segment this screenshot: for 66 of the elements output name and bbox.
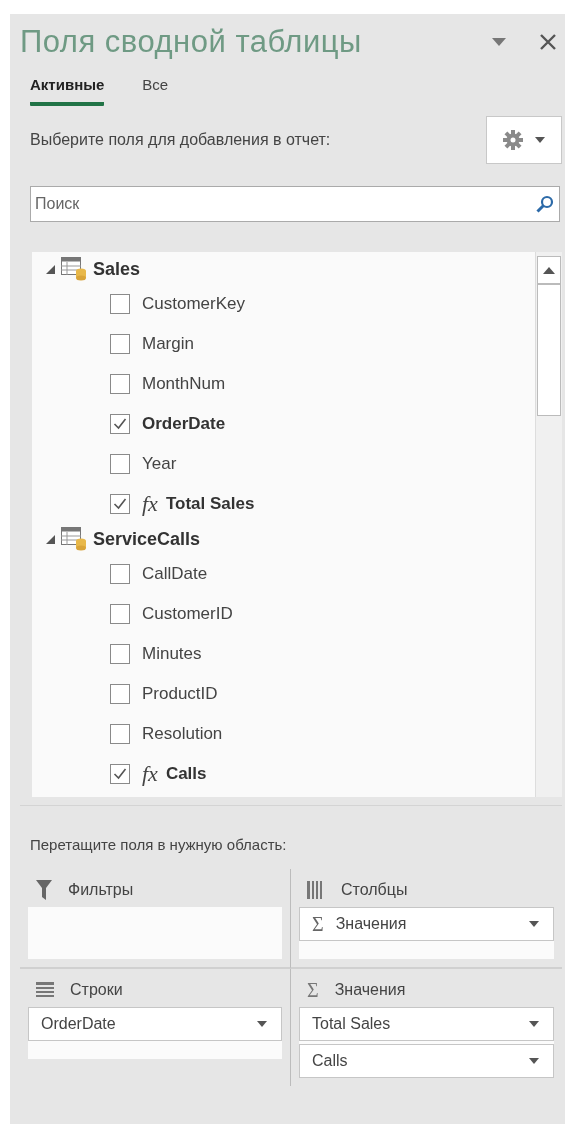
checkbox[interactable] — [110, 564, 130, 584]
dropdown-caret-icon — [529, 921, 539, 927]
sigma-symbol: Σ — [307, 978, 319, 1002]
checkbox[interactable] — [110, 294, 130, 314]
checkbox[interactable] — [110, 724, 130, 744]
scroll-up-icon[interactable] — [543, 266, 555, 274]
dropdown-caret-icon — [257, 1021, 267, 1027]
drag-instruction: Перетащите поля в нужную область: — [20, 805, 562, 853]
field-name[interactable]: Minutes — [142, 644, 202, 664]
drop-area[interactable]: OrderDate — [28, 1007, 282, 1059]
formula-mark: fx — [142, 761, 158, 787]
rows-icon — [36, 982, 54, 998]
area-title: Значения — [334, 981, 406, 999]
instruction-text: Выберите поля для добавления в отчет: — [29, 131, 331, 149]
tab[interactable]: Все — [142, 70, 169, 106]
filter-icon — [36, 880, 52, 900]
checkbox[interactable] — [110, 374, 130, 394]
field-name[interactable]: Calls — [165, 764, 207, 784]
panel-title: Поля сводной таблицы — [20, 24, 363, 60]
checkbox[interactable] — [110, 644, 130, 664]
dropdown-caret-icon — [529, 1021, 539, 1027]
dropdown-caret-icon — [535, 137, 545, 143]
drop-area[interactable]: Σ Значения — [299, 907, 554, 959]
area-field-button[interactable]: Total Sales — [299, 1007, 554, 1041]
search-field[interactable]: Поиск — [30, 186, 560, 222]
field-name[interactable]: Margin — [142, 334, 194, 354]
field-name[interactable]: ProductID — [142, 684, 218, 704]
area-field-button[interactable]: OrderDate — [28, 1007, 282, 1041]
area-title: Столбцы — [341, 881, 408, 899]
expand-triangle-icon[interactable] — [46, 264, 55, 274]
field-name[interactable]: MonthNum — [142, 374, 226, 394]
area-field-button[interactable]: Calls — [299, 1044, 554, 1078]
table-icon — [61, 257, 87, 281]
scrollbar[interactable] — [535, 252, 562, 797]
table-name[interactable]: Sales — [93, 258, 141, 280]
checkbox[interactable] — [110, 414, 130, 434]
table-icon — [61, 527, 87, 551]
field-name[interactable]: Resolution — [142, 724, 223, 744]
checkbox[interactable] — [110, 494, 130, 514]
tab[interactable]: Активные — [30, 70, 105, 106]
checkbox[interactable] — [110, 604, 130, 624]
search-icon — [536, 195, 554, 213]
scrollbar-thumb[interactable] — [537, 284, 561, 416]
area-field-button[interactable]: Σ Значения — [299, 907, 554, 941]
area-title: Строки — [70, 981, 123, 999]
checkbox[interactable] — [110, 764, 130, 784]
dropdown-caret-icon — [529, 1058, 539, 1064]
dropdown-caret-icon[interactable] — [492, 38, 506, 46]
formula-mark: fx — [142, 491, 158, 517]
field-name[interactable]: CustomerKey — [142, 294, 245, 314]
expand-triangle-icon[interactable] — [46, 534, 55, 544]
area-title: Фильтры — [68, 881, 134, 899]
field-name[interactable]: CustomerID — [142, 604, 233, 624]
field-name[interactable]: Total Sales — [165, 494, 255, 514]
checkbox[interactable] — [110, 684, 130, 704]
settings-button[interactable] — [486, 116, 562, 164]
field-name[interactable]: OrderDate — [142, 414, 226, 434]
settings-icon — [503, 130, 523, 150]
table-name[interactable]: ServiceCalls — [93, 528, 201, 550]
columns-icon — [307, 881, 325, 899]
drop-area[interactable]: Total Sales Calls — [299, 1007, 554, 1078]
checkbox[interactable] — [110, 334, 130, 354]
close-icon[interactable] — [540, 34, 556, 50]
field-name[interactable]: Year — [142, 454, 177, 474]
checkbox[interactable] — [110, 454, 130, 474]
field-name[interactable]: CallDate — [142, 564, 208, 584]
